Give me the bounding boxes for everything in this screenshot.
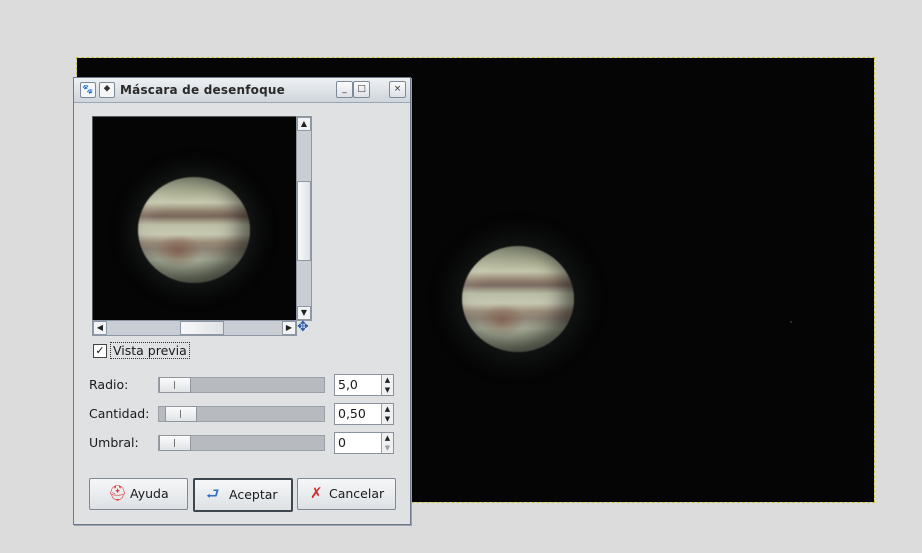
radius-slider[interactable]: [158, 377, 325, 393]
radius-spinbutton[interactable]: 5,0 ▲ ▼: [334, 374, 394, 396]
ok-button[interactable]: ⮐ Aceptar: [193, 478, 293, 512]
window-menu-icon[interactable]: ⯁: [99, 82, 115, 98]
move-cross-icon[interactable]: ✥: [297, 320, 309, 334]
lifebuoy-icon: ⛑: [108, 484, 128, 502]
return-arrow-icon: ⮐: [206, 485, 220, 503]
scroll-left-arrow-icon[interactable]: ◀: [93, 321, 107, 335]
spin-up-arrow-icon[interactable]: ▲: [382, 433, 393, 443]
scroll-down-arrow-icon[interactable]: ▼: [297, 306, 311, 320]
cancel-button[interactable]: ✗ Cancelar: [297, 478, 396, 510]
ok-button-label: Aceptar: [229, 487, 278, 502]
star-dot: [790, 321, 792, 323]
unsharp-mask-dialog: 🐾 ⯁ Máscara de desenfoque _ □ × ▲ ▼ ◀ ▶ …: [73, 77, 411, 525]
help-button-label: Ayuda: [130, 486, 169, 501]
spin-up-arrow-icon[interactable]: ▲: [382, 375, 393, 385]
jupiter-image: [462, 246, 574, 352]
radius-slider-handle[interactable]: [159, 377, 191, 393]
preview-image[interactable]: [92, 116, 297, 321]
spin-down-arrow-icon[interactable]: ▼: [382, 385, 393, 395]
vertical-scroll-thumb[interactable]: [297, 181, 311, 261]
radius-value[interactable]: 5,0: [338, 377, 358, 392]
threshold-value[interactable]: 0: [338, 435, 346, 450]
cancel-button-label: Cancelar: [329, 486, 385, 501]
spin-up-arrow-icon[interactable]: ▲: [382, 404, 393, 414]
preview-horizontal-scrollbar[interactable]: ◀ ▶: [92, 320, 297, 336]
maximize-button[interactable]: □: [353, 81, 370, 98]
dialog-title: Máscara de desenfoque: [120, 83, 285, 97]
threshold-label: Umbral:: [89, 435, 139, 450]
threshold-spin-arrows[interactable]: ▲ ▼: [381, 433, 393, 453]
amount-value[interactable]: 0,50: [338, 406, 366, 421]
amount-label: Cantidad:: [89, 406, 150, 421]
threshold-spinbutton[interactable]: 0 ▲ ▼: [334, 432, 394, 454]
jupiter-preview: [138, 177, 250, 283]
spin-down-arrow-icon[interactable]: ▼: [382, 443, 393, 453]
amount-slider[interactable]: [158, 406, 325, 422]
amount-spin-arrows[interactable]: ▲ ▼: [381, 404, 393, 424]
spin-down-arrow-icon[interactable]: ▼: [382, 414, 393, 424]
threshold-slider-handle[interactable]: [159, 435, 191, 451]
scroll-up-arrow-icon[interactable]: ▲: [297, 117, 311, 131]
close-button[interactable]: ×: [389, 81, 406, 98]
dialog-titlebar[interactable]: 🐾 ⯁ Máscara de desenfoque _ □ ×: [74, 78, 410, 103]
amount-spinbutton[interactable]: 0,50 ▲ ▼: [334, 403, 394, 425]
preview-checkbox-label[interactable]: Vista previa: [110, 342, 190, 359]
radius-label: Radio:: [89, 377, 129, 392]
minimize-button[interactable]: _: [336, 81, 353, 98]
red-x-icon: ✗: [310, 484, 323, 502]
help-button[interactable]: ⛑ Ayuda: [89, 478, 188, 510]
preview-checkbox[interactable]: ✓: [93, 344, 107, 358]
horizontal-scroll-thumb[interactable]: [180, 321, 224, 335]
scroll-right-arrow-icon[interactable]: ▶: [282, 321, 296, 335]
wilber-icon: 🐾: [80, 82, 96, 98]
amount-slider-handle[interactable]: [165, 406, 197, 422]
radius-spin-arrows[interactable]: ▲ ▼: [381, 375, 393, 395]
preview-vertical-scrollbar[interactable]: ▲ ▼: [296, 116, 312, 321]
threshold-slider[interactable]: [158, 435, 325, 451]
